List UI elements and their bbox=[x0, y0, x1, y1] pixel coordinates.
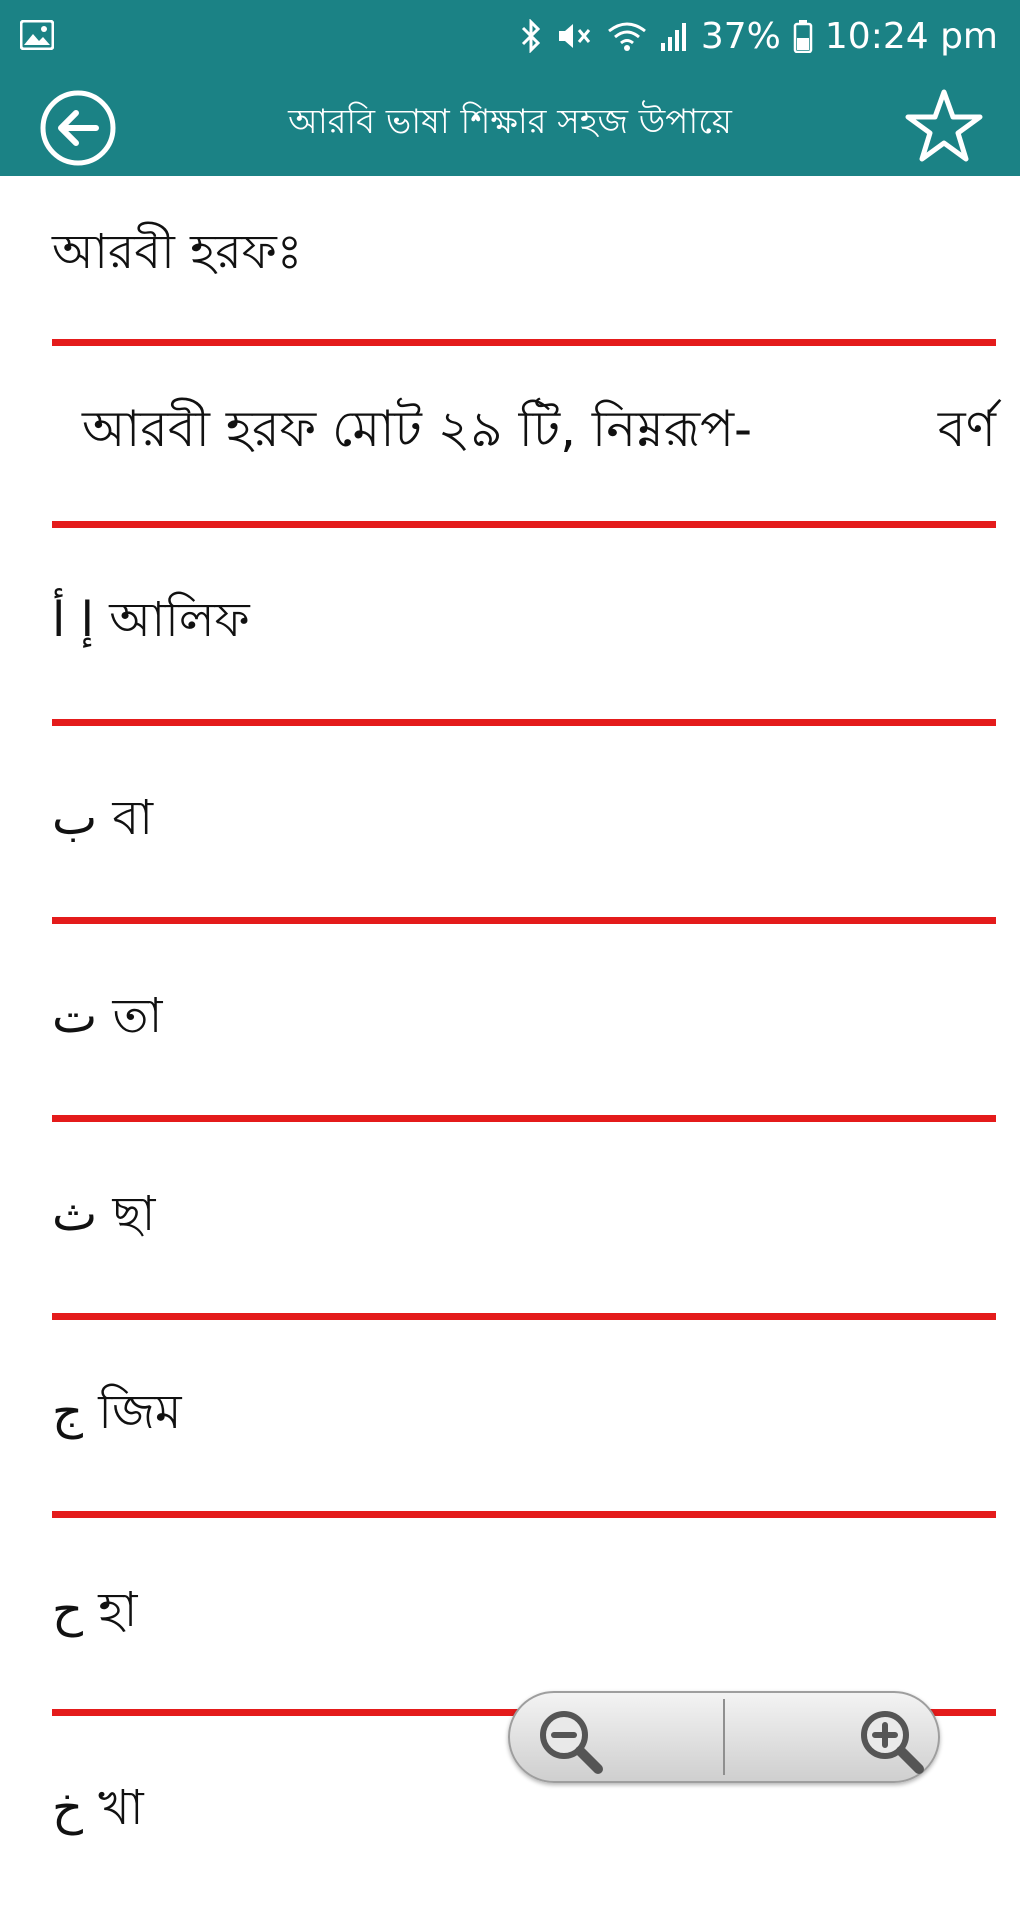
bluetooth-icon bbox=[521, 19, 540, 53]
letters-list: আরবী হরফঃ আরবী হরফ মোট ২৯ টি, নিম্নরূপ- … bbox=[0, 176, 1020, 1914]
zoom-in-icon bbox=[861, 1711, 924, 1774]
list-item: إ أ আলিফ bbox=[52, 528, 996, 726]
zoom-in-button[interactable] bbox=[725, 1693, 938, 1781]
battery-percent: 37% bbox=[700, 15, 781, 57]
zoom-controls bbox=[508, 1691, 940, 1783]
section-heading: আরবী হরফঃ bbox=[52, 224, 303, 280]
app-bar: আরবি ভাষা শিক্ষার সহজ উপায়ে bbox=[0, 72, 1020, 176]
list-item: ب বা bbox=[52, 726, 996, 924]
zoom-out-icon bbox=[540, 1711, 603, 1774]
intro-text: আরবী হরফ মোট ২৯ টি, নিম্নরূপ- bbox=[82, 399, 753, 458]
divider bbox=[52, 1313, 996, 1320]
divider bbox=[52, 521, 996, 528]
list-item: ح হা bbox=[52, 1518, 996, 1716]
letter-jim: ج জিম bbox=[52, 1383, 182, 1440]
status-bar: 37% 10:24 pm bbox=[0, 0, 1020, 72]
gallery-icon bbox=[20, 20, 54, 50]
list-item: ث ছা bbox=[52, 1122, 996, 1320]
divider bbox=[52, 917, 996, 924]
intro-suffix: বর্ণ bbox=[937, 399, 996, 458]
intro-row: আরবী হরফ মোট ২৯ টি, নিম্নরূপ- বর্ণ bbox=[52, 346, 996, 528]
letter-ba: ب বা bbox=[52, 789, 154, 846]
wifi-icon bbox=[607, 22, 646, 51]
letter-ta: ت তা bbox=[52, 987, 163, 1044]
letter-alif: إ أ আলিফ bbox=[52, 591, 250, 648]
back-arrow-icon bbox=[40, 90, 116, 166]
list-item: ج জিম bbox=[52, 1320, 996, 1518]
favorite-button[interactable] bbox=[904, 86, 984, 166]
list-item: ت তা bbox=[52, 924, 996, 1122]
mute-icon bbox=[558, 24, 591, 48]
letter-tha: ث ছা bbox=[52, 1185, 156, 1242]
divider bbox=[52, 719, 996, 726]
divider bbox=[52, 1115, 996, 1122]
letter-ha: ح হা bbox=[52, 1581, 138, 1638]
clock: 10:24 pm bbox=[824, 15, 998, 57]
signal-icon bbox=[660, 23, 686, 51]
back-button[interactable] bbox=[38, 88, 118, 168]
star-icon bbox=[905, 89, 983, 162]
battery-icon bbox=[793, 20, 813, 53]
list-heading-row: আরবী হরফঃ bbox=[52, 176, 996, 346]
page-title: আরবি ভাষা শিক্ষার সহজ উপায়ে bbox=[288, 101, 732, 142]
divider bbox=[52, 1511, 996, 1518]
zoom-out-button[interactable] bbox=[510, 1693, 723, 1781]
divider bbox=[52, 339, 996, 346]
